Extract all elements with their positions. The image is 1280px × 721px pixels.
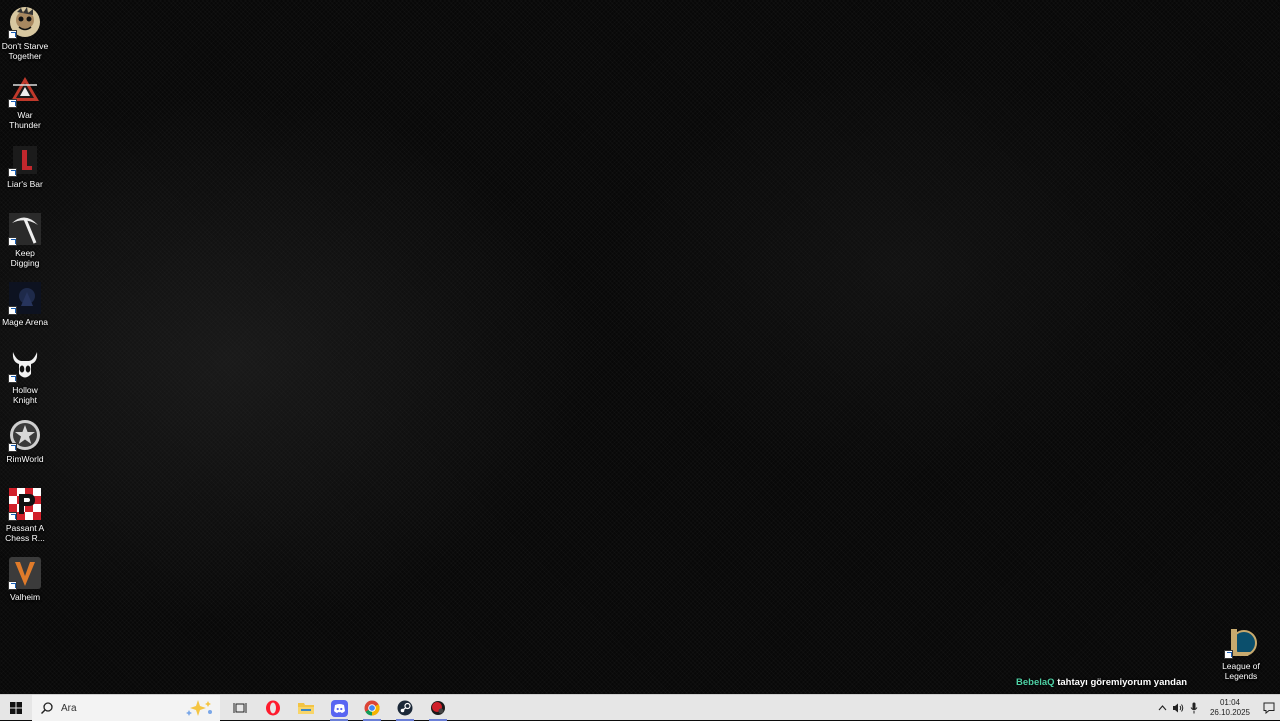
search-icon [41, 702, 53, 714]
red-app-icon [431, 701, 445, 715]
microphone-icon [1190, 702, 1198, 714]
shortcut-arrow-icon [8, 30, 17, 39]
taskbar-app-opera[interactable] [258, 695, 288, 721]
shortcut-arrow-icon [8, 168, 17, 177]
chevron-up-icon [1158, 705, 1166, 711]
war-thunder-icon [8, 75, 41, 108]
shortcut-arrow-icon [8, 374, 17, 383]
windows-icon [10, 702, 22, 714]
folder-icon [298, 703, 314, 714]
desktop-icon-label: Passant A Chess R... [5, 523, 45, 543]
desktop-icon-dont-starve-together[interactable]: Don't Starve Together [0, 0, 50, 61]
desktop-icon-war-thunder[interactable]: War Thunder [0, 69, 50, 130]
taskbar-app-discord[interactable] [324, 695, 354, 721]
desktop-icon-league-of-legends[interactable]: League of Legends [1216, 620, 1266, 681]
tray-overflow-button[interactable] [1154, 695, 1170, 721]
desktop-icon-passant-chess[interactable]: Passant A Chess R... [0, 482, 50, 543]
opera-icon [266, 700, 280, 716]
clock-date: 26.10.2025 [1209, 708, 1251, 717]
dont-starve-icon [8, 6, 41, 39]
shortcut-arrow-icon [8, 237, 17, 246]
shortcut-arrow-icon [8, 581, 17, 590]
search-highlight-icon [186, 700, 212, 716]
shortcut-arrow-icon [8, 99, 17, 108]
desktop-icon-mage-arena[interactable]: Mage Arena [0, 276, 50, 327]
desktop-icon-label: Liar's Bar [7, 179, 43, 189]
liars-bar-icon [8, 144, 41, 177]
task-view-button[interactable] [228, 695, 252, 721]
speaker-icon [1173, 703, 1184, 713]
league-of-legends-icon [1224, 626, 1257, 659]
taskbar-app-file-explorer[interactable] [291, 695, 321, 721]
rimworld-icon [8, 419, 41, 452]
shortcut-arrow-icon [8, 306, 17, 315]
chess-icon [8, 488, 41, 521]
clock-time: 01:04 [1219, 698, 1241, 707]
shortcut-arrow-icon [1224, 650, 1233, 659]
system-tray: 01:04 26.10.2025 [1154, 695, 1280, 721]
chat-overlay: BebelaQ tahtayı göremiyorum yandan [1016, 677, 1187, 688]
desktop-icon-label: War Thunder [9, 110, 41, 130]
task-view-icon [233, 703, 247, 713]
chat-username: BebelaQ [1016, 677, 1055, 688]
taskbar-app-red[interactable] [423, 695, 453, 721]
notification-center-button[interactable] [1258, 695, 1280, 721]
mage-arena-icon [8, 282, 41, 315]
chat-message: tahtayı göremiyorum yandan [1057, 677, 1188, 688]
desktop-icon-valheim[interactable]: Valheim [0, 551, 50, 602]
discord-icon [330, 699, 348, 717]
desktop-icon-label: Hollow Knight [12, 385, 38, 405]
desktop-icon-hollow-knight[interactable]: Hollow Knight [0, 344, 50, 405]
desktop-icon-label: League of Legends [1222, 661, 1260, 681]
taskbar-app-chrome[interactable] [357, 695, 387, 721]
taskbar-app-steam[interactable] [390, 695, 420, 721]
start-button[interactable] [0, 695, 32, 721]
desktop-icon-label: Valheim [9, 592, 41, 602]
tray-microphone-button[interactable] [1186, 695, 1202, 721]
taskbar-clock[interactable]: 01:04 26.10.2025 [1208, 698, 1252, 718]
desktop-icon-liars-bar[interactable]: Liar's Bar [0, 138, 50, 189]
desktop-icon-label: Don't Starve Together [1, 41, 49, 61]
desktop-icon-label: Keep Digging [10, 248, 40, 268]
desktop-icon-rimworld[interactable]: RimWorld [0, 413, 50, 464]
desktop: Don't Starve Together War Thunder Liar's… [0, 0, 1280, 694]
pickaxe-icon [8, 213, 41, 246]
tray-volume-button[interactable] [1170, 695, 1186, 721]
notification-icon [1263, 702, 1275, 714]
shortcut-arrow-icon [8, 443, 17, 452]
steam-icon [397, 700, 413, 716]
chrome-icon [364, 700, 380, 716]
taskbar-search-box[interactable]: Ara [32, 695, 220, 721]
taskbar: Ara 01:04 26.10.2025 [0, 694, 1280, 721]
desktop-icon-keep-digging[interactable]: Keep Digging [0, 207, 50, 268]
shortcut-arrow-icon [8, 512, 17, 521]
valheim-icon [8, 557, 41, 590]
desktop-icon-label: RimWorld [6, 454, 44, 464]
search-placeholder: Ara [61, 702, 77, 714]
desktop-icon-label: Mage Arena [2, 317, 48, 327]
hollow-knight-icon [8, 350, 41, 383]
